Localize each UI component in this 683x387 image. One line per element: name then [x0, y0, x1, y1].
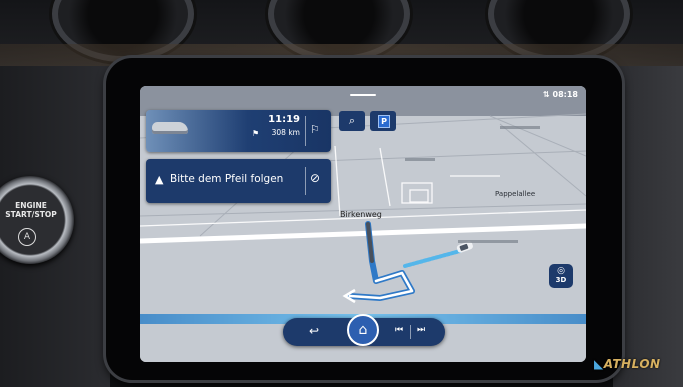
divider	[305, 167, 306, 195]
watermark-logo: ◣ATHLON	[594, 357, 661, 371]
signal-icon: ⇅	[543, 90, 550, 99]
divider	[305, 116, 306, 146]
parking-icon: P	[378, 115, 390, 128]
remaining-distance: 308 km	[271, 128, 300, 137]
home-icon: ⌂	[358, 322, 368, 338]
destination-flag-icon[interactable]: ⚐	[310, 123, 320, 136]
mute-icon[interactable]: ⊘	[310, 171, 320, 185]
search-icon: ⌕	[348, 114, 356, 127]
compass-icon: ◎	[557, 266, 565, 276]
clock: 08:18	[552, 90, 578, 99]
back-icon[interactable]: ↩	[309, 324, 319, 338]
watermark-text: ATHLON	[603, 357, 661, 371]
engine-button-label: ENGINE START/STOP	[5, 201, 57, 219]
bottom-control-bar: ↩ ⌂ ⏮ ⏭	[283, 314, 445, 346]
status-bar: ⇅ 08:18	[543, 90, 578, 99]
auto-start-icon: A	[18, 228, 36, 246]
view-3d-label: 3D	[555, 276, 567, 284]
street-label: Birkenweg	[340, 210, 382, 219]
home-button[interactable]: ⌂	[347, 314, 379, 346]
screen-handle[interactable]	[350, 94, 376, 96]
arrival-time: 11:19	[268, 114, 300, 125]
navigation-screen: ⇅ 08:18 11:19 ⚑ 308 km ⚐ ▲ Bitte dem Pfe…	[140, 86, 586, 362]
view-3d-button[interactable]: ◎ 3D	[549, 264, 573, 288]
next-icon[interactable]: ⏭	[417, 325, 425, 335]
guidance-card[interactable]: ▲ Bitte dem Pfeil folgen ⊘	[146, 159, 331, 203]
route-summary-card[interactable]: 11:19 ⚑ 308 km ⚐	[146, 110, 331, 152]
parking-button[interactable]: P	[370, 111, 396, 131]
car-image	[152, 122, 188, 134]
previous-icon[interactable]: ⏮	[395, 325, 403, 335]
logo-mark: ◣	[594, 357, 604, 371]
dashboard-right	[613, 66, 683, 387]
direction-arrow-icon: ▲	[155, 173, 164, 186]
divider	[410, 325, 411, 339]
street-label-2: Pappelallee	[495, 190, 536, 198]
guidance-instruction: Bitte dem Pfeil folgen	[170, 173, 284, 185]
search-button[interactable]: ⌕	[339, 111, 365, 131]
